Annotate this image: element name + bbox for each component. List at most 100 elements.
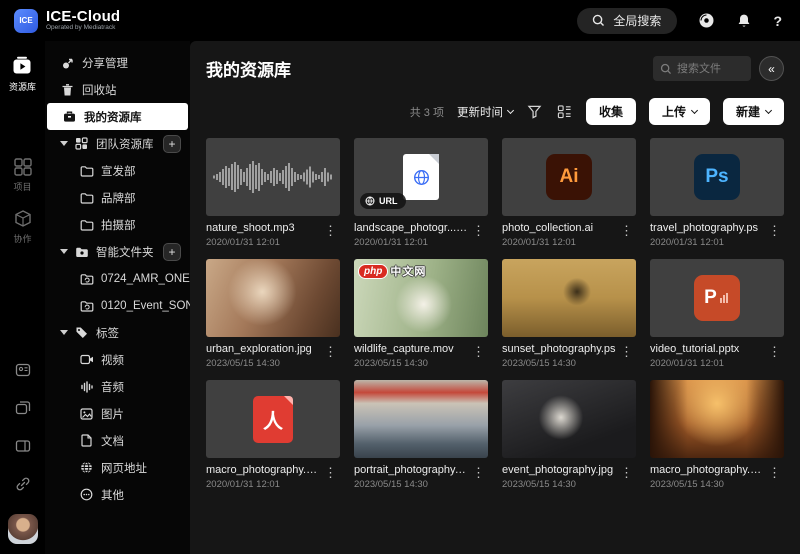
sidebar-item-my-library[interactable]: 我的资源库 (47, 103, 188, 130)
sidebar-item-tag-video[interactable]: 视频 (45, 346, 190, 373)
windows-icon[interactable] (15, 400, 31, 421)
sidebar-section-label: 标签 (96, 325, 119, 341)
sidebar-item-folder[interactable]: 宣发部 (45, 157, 190, 184)
sidebar-item-label: 0120_Event_SON... (101, 300, 190, 312)
rail-item-collab[interactable]: 协作 (13, 209, 33, 245)
file-thumbnail[interactable]: Ps (650, 138, 784, 216)
collapse-panel-button[interactable]: « (759, 56, 784, 81)
more-options-button[interactable]: ⋮ (469, 343, 488, 360)
more-options-button[interactable]: ⋮ (765, 222, 784, 239)
more-options-button[interactable]: ⋮ (321, 464, 340, 481)
file-name: nature_shoot.mp3 (206, 222, 295, 234)
file-card[interactable]: urban_exploration.jpg 2023/05/15 14:30 ⋮ (206, 259, 340, 369)
more-options-button[interactable]: ⋮ (765, 343, 784, 360)
file-thumbnail[interactable] (206, 138, 340, 216)
file-name: wildlife_capture.mov (354, 343, 454, 355)
file-date: 2023/05/15 14:30 (502, 358, 616, 369)
more-options-button[interactable]: ⋮ (765, 464, 784, 481)
panel-icon[interactable] (15, 438, 31, 459)
caret-down-icon[interactable] (60, 141, 68, 146)
file-thumbnail[interactable]: URL (354, 138, 488, 216)
file-thumbnail[interactable] (650, 380, 784, 458)
sidebar-section-team-library[interactable]: 团队资源库 + (45, 130, 190, 157)
sidebar-item-recycle[interactable]: 回收站 (45, 76, 190, 103)
icon-rail: 资源库 项目 协作 (0, 41, 45, 554)
file-date: 2020/01/31 12:01 (206, 237, 295, 248)
sidebar-item-tag-image[interactable]: 图片 (45, 400, 190, 427)
file-date: 2023/05/15 14:30 (502, 479, 613, 490)
sidebar-item-label: 视频 (101, 352, 124, 368)
sidebar-item-share[interactable]: 分享管理 (45, 49, 190, 76)
sidebar-item-label: 网页地址 (101, 460, 147, 476)
link-icon[interactable] (15, 476, 31, 497)
more-options-button[interactable]: ⋮ (617, 222, 636, 239)
rail-item-library[interactable]: 资源库 (9, 55, 36, 93)
pptx-file-icon: P (694, 275, 740, 321)
file-thumbnail[interactable] (354, 380, 488, 458)
file-card[interactable]: php 中文网 wildlife_capture.mov 2023/05/15 … (354, 259, 488, 369)
smart-folder-item-icon (79, 271, 94, 286)
more-options-button[interactable]: ⋮ (469, 222, 488, 239)
globe-icon (79, 460, 94, 475)
file-thumbnail[interactable]: Ai (502, 138, 636, 216)
file-date: 2023/05/15 14:30 (650, 479, 764, 490)
sidebar-section-smart-folders[interactable]: 智能文件夹 + (45, 238, 190, 265)
more-options-button[interactable]: ⋮ (617, 464, 636, 481)
file-card[interactable]: URL landscape_photogr... .url 2020/01/31… (354, 138, 488, 248)
file-card[interactable]: Ai photo_collection.ai 2020/01/31 12:01 … (502, 138, 636, 248)
sort-dropdown[interactable]: 更新时间 (457, 104, 513, 120)
caret-down-icon[interactable] (60, 330, 68, 335)
bell-icon[interactable] (735, 12, 753, 30)
file-thumbnail[interactable]: P (650, 259, 784, 337)
rail-label: 协作 (13, 232, 31, 245)
document-icon (79, 433, 94, 448)
more-options-button[interactable]: ⋮ (321, 343, 340, 360)
sidebar-item-tag-other[interactable]: 其他 (45, 481, 190, 508)
file-card[interactable]: event_photography.jpg 2023/05/15 14:30 ⋮ (502, 380, 636, 490)
file-card[interactable]: portrait_photography.jpg 2023/05/15 14:3… (354, 380, 488, 490)
search-icon (589, 12, 607, 30)
file-card[interactable]: nature_shoot.mp3 2020/01/31 12:01 ⋮ (206, 138, 340, 248)
smart-folder-item-icon (79, 298, 94, 313)
more-options-button[interactable]: ⋮ (617, 343, 636, 360)
disc-icon[interactable] (697, 12, 715, 30)
sidebar: 分享管理 回收站 我的资源库 团队资源库 + 宣发部 (45, 41, 190, 554)
page-title: 我的资源库 (206, 56, 291, 81)
file-card[interactable]: sunset_photography.ps 2023/05/15 14:30 ⋮ (502, 259, 636, 369)
sidebar-item-folder[interactable]: 品牌部 (45, 184, 190, 211)
file-thumbnail[interactable] (502, 380, 636, 458)
library-icon (11, 55, 33, 77)
create-button[interactable]: 新建 (723, 98, 784, 125)
view-toggle-icon[interactable] (556, 103, 573, 120)
sidebar-item-smart-folder[interactable]: 0120_Event_SON... (45, 292, 190, 319)
sidebar-item-label: 品牌部 (101, 190, 136, 206)
file-thumbnail[interactable]: 人 (206, 380, 340, 458)
file-card[interactable]: macro_photography.mov 2023/05/15 14:30 ⋮ (650, 380, 784, 490)
file-thumbnail[interactable] (206, 259, 340, 337)
sidebar-item-folder[interactable]: 拍摄部 (45, 211, 190, 238)
file-card[interactable]: P video_tutorial.pptx 2020/01/31 12:01 ⋮ (650, 259, 784, 369)
upload-button[interactable]: 上传 (649, 98, 710, 125)
file-thumbnail[interactable] (502, 259, 636, 337)
user-avatar[interactable] (8, 514, 38, 544)
sidebar-item-tag-audio[interactable]: 音频 (45, 373, 190, 400)
add-smart-folder-button[interactable]: + (163, 243, 181, 261)
sidebar-item-smart-folder[interactable]: 0724_AMR_ONE (45, 265, 190, 292)
filter-icon[interactable] (526, 103, 543, 120)
help-icon[interactable]: ? (773, 13, 782, 29)
sidebar-item-tag-doc[interactable]: 文档 (45, 427, 190, 454)
cube-icon (13, 209, 33, 229)
sidebar-item-tag-url[interactable]: 网页地址 (45, 454, 190, 481)
more-options-button[interactable]: ⋮ (321, 222, 340, 239)
collect-button[interactable]: 收集 (586, 98, 636, 125)
add-team-library-button[interactable]: + (163, 135, 181, 153)
sidebar-section-tags[interactable]: 标签 (45, 319, 190, 346)
file-card[interactable]: Ps travel_photography.ps 2020/01/31 12:0… (650, 138, 784, 248)
rail-item-projects[interactable]: 项目 (13, 157, 33, 193)
global-search[interactable]: 全局搜索 (577, 8, 677, 34)
file-thumbnail[interactable]: php 中文网 (354, 259, 488, 337)
caret-down-icon[interactable] (60, 249, 68, 254)
more-options-button[interactable]: ⋮ (469, 464, 488, 481)
file-card[interactable]: 人 macro_photography.pdf 2020/01/31 12:01… (206, 380, 340, 490)
contact-card-icon[interactable] (15, 362, 31, 383)
